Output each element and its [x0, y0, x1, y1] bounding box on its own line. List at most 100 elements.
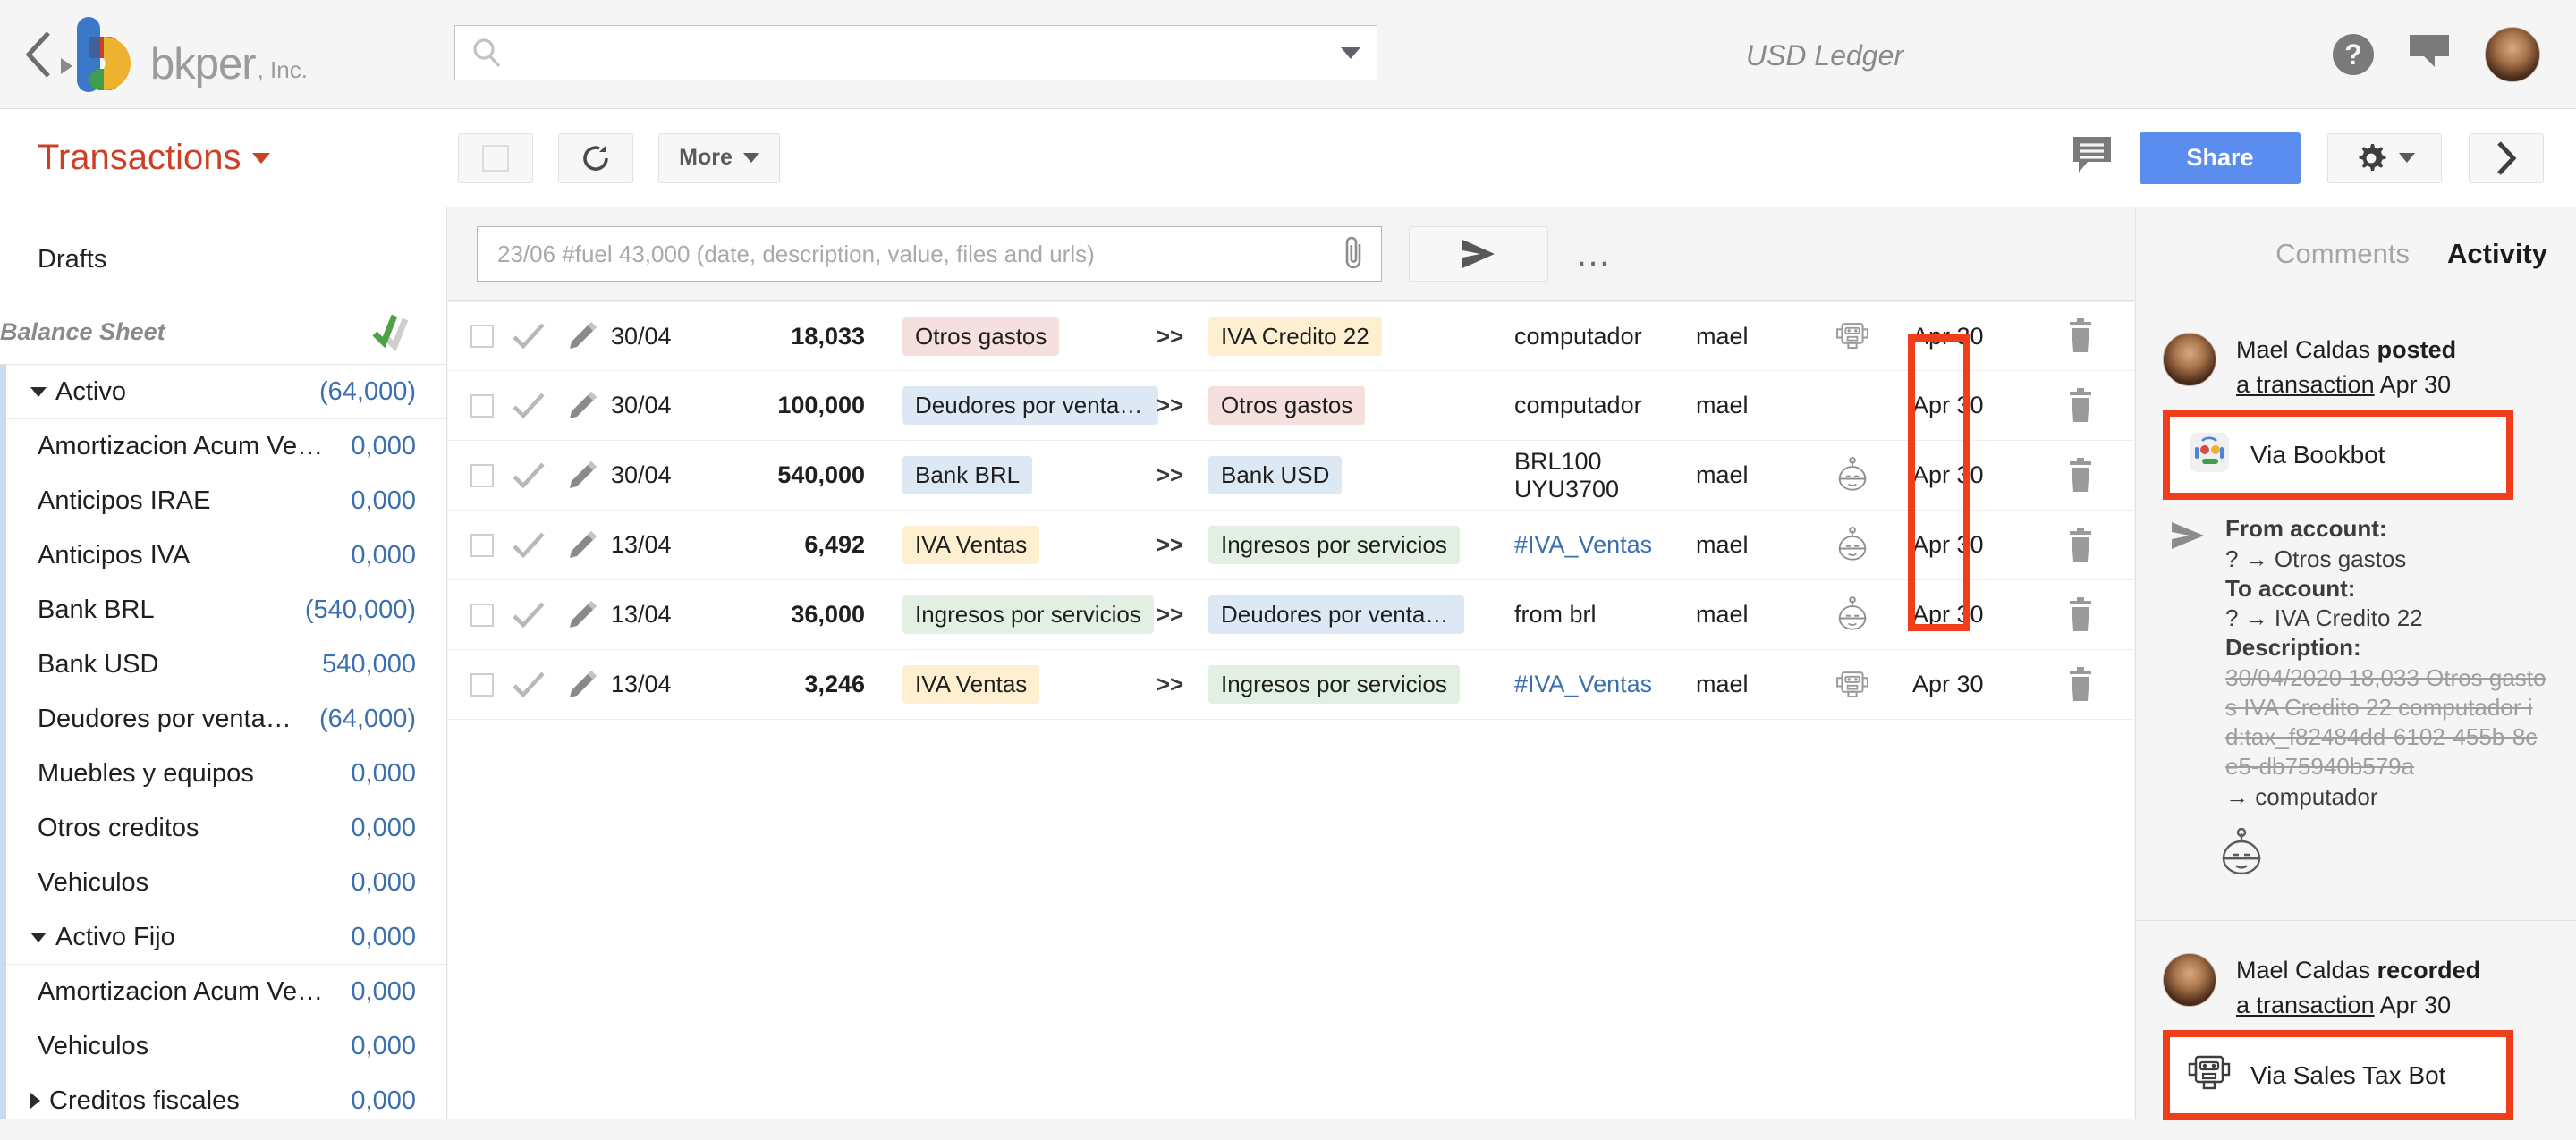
account-row[interactable]: Creditos fiscales0,000: [0, 1074, 446, 1119]
row-confirm-button[interactable]: [504, 460, 554, 491]
account-row[interactable]: Activo Fijo0,000: [0, 910, 446, 965]
via-bookbot-badge[interactable]: Via Bookbot: [2163, 410, 2513, 500]
account-row[interactable]: Deudores por ventas …(64,000): [0, 692, 446, 747]
row-edit-button[interactable]: [554, 319, 611, 353]
row-confirm-button[interactable]: [504, 670, 554, 700]
to-account-chip[interactable]: Deudores por ventas...: [1208, 595, 1464, 634]
row-confirm-button[interactable]: [504, 321, 554, 351]
account-row[interactable]: Vehiculos0,000: [0, 1019, 446, 1074]
from-account-chip[interactable]: IVA Ventas: [902, 665, 1039, 704]
row-edit-button[interactable]: [554, 598, 611, 632]
from-account-chip[interactable]: Ingresos por servicios: [902, 595, 1154, 634]
settings-button[interactable]: [2327, 133, 2442, 183]
right-panel-tabs: Comments Activity: [2136, 207, 2576, 300]
pencil-icon: [565, 389, 599, 423]
scroll-indicator[interactable]: [0, 365, 6, 1119]
caret-right-icon[interactable]: [30, 1093, 40, 1109]
table-row[interactable]: 13/0436,000Ingresos por servicios>>Deudo…: [448, 580, 2134, 650]
row-delete-button[interactable]: [2027, 667, 2134, 703]
row-edit-button[interactable]: [554, 389, 611, 423]
avatar[interactable]: [2485, 27, 2540, 82]
row-checkbox[interactable]: [470, 673, 494, 697]
chat-bubble-icon[interactable]: [2408, 33, 2451, 77]
note-icon[interactable]: [2072, 135, 2113, 181]
row-delete-button[interactable]: [2027, 458, 2134, 494]
to-account-chip[interactable]: Otros gastos: [1208, 386, 1365, 425]
row-checkbox[interactable]: [470, 604, 494, 627]
row-confirm-button[interactable]: [504, 391, 554, 421]
to-account-chip[interactable]: Ingresos por servicios: [1208, 526, 1460, 564]
caret-down-icon[interactable]: [30, 933, 47, 942]
row-confirm-button[interactable]: [504, 530, 554, 561]
from-account-chip[interactable]: Deudores por ventas...: [902, 386, 1158, 425]
row-confirm-button[interactable]: [504, 600, 554, 630]
from-account-chip[interactable]: Bank BRL: [902, 456, 1032, 494]
row-edit-button[interactable]: [554, 528, 611, 562]
to-account-chip[interactable]: IVA Credito 22: [1208, 317, 1382, 356]
page-title-menu[interactable]: Transactions: [38, 138, 270, 178]
activity-object-link[interactable]: a transaction: [2236, 371, 2375, 398]
activity-object-link[interactable]: a transaction: [2236, 992, 2375, 1018]
account-row[interactable]: Bank BRL(540,000): [0, 583, 446, 638]
help-icon[interactable]: ?: [2333, 34, 2374, 75]
table-row[interactable]: 13/043,246IVA Ventas>>Ingresos por servi…: [448, 650, 2134, 720]
account-row[interactable]: Otros creditos0,000: [0, 801, 446, 856]
share-button[interactable]: Share: [2140, 132, 2301, 184]
row-delete-button[interactable]: [2027, 528, 2134, 563]
table-row[interactable]: 30/04540,000Bank BRL>>Bank USDBRL100 UYU…: [448, 441, 2134, 511]
table-row[interactable]: 30/04100,000Deudores por ventas...>>Otro…: [448, 371, 2134, 441]
row-checkbox[interactable]: [470, 534, 494, 557]
next-button[interactable]: [2469, 133, 2544, 183]
account-row[interactable]: Amortizacion Acum Vehic…0,000: [0, 965, 446, 1019]
search-input[interactable]: [513, 39, 1341, 67]
back-button[interactable]: [13, 28, 66, 81]
account-row[interactable]: Bank USD540,000: [0, 638, 446, 692]
sidebar-item-drafts[interactable]: Drafts: [0, 207, 446, 312]
send-button[interactable]: [1409, 226, 1548, 282]
account-row[interactable]: Muebles y equipos0,000: [0, 747, 446, 801]
direction-arrow: >>: [1140, 531, 1199, 559]
transaction-compose[interactable]: [477, 226, 1382, 282]
transaction-description[interactable]: #IVA_Ventas: [1468, 671, 1696, 698]
table-row[interactable]: 30/0418,033Otros gastos>>IVA Credito 22c…: [448, 301, 2134, 371]
avatar[interactable]: [2163, 953, 2216, 1007]
paperclip-icon[interactable]: [1340, 233, 1367, 275]
to-account-chip[interactable]: Ingresos por servicios: [1208, 665, 1460, 704]
row-delete-button[interactable]: [2027, 318, 2134, 354]
table-row[interactable]: 13/046,492IVA Ventas>>Ingresos por servi…: [448, 511, 2134, 580]
brand-logo[interactable]: bkper , Inc.: [77, 17, 308, 92]
row-delete-button[interactable]: [2027, 597, 2134, 633]
avatar[interactable]: [2163, 333, 2216, 386]
row-checkbox[interactable]: [470, 464, 494, 487]
from-account-chip[interactable]: Otros gastos: [902, 317, 1059, 356]
caret-down-icon[interactable]: [30, 387, 47, 397]
row-edit-button[interactable]: [554, 668, 611, 702]
select-all-button[interactable]: [458, 133, 533, 183]
chevron-down-icon[interactable]: [1341, 47, 1360, 59]
transaction-description[interactable]: #IVA_Ventas: [1468, 531, 1696, 559]
account-row[interactable]: Amortizacion Acum Vehic…0,000: [0, 419, 446, 474]
refresh-button[interactable]: [558, 133, 633, 183]
account-row[interactable]: Vehiculos0,000: [0, 856, 446, 910]
account-balance: 0,000: [335, 868, 416, 898]
more-button[interactable]: More: [658, 133, 780, 183]
transaction-description: computador: [1468, 392, 1696, 419]
via-sales-tax-bot-badge[interactable]: Via Sales Tax Bot: [2163, 1030, 2513, 1120]
row-edit-button[interactable]: [554, 459, 611, 493]
row-checkbox[interactable]: [470, 325, 494, 348]
send-icon: [1459, 237, 1498, 271]
from-account-cell: Bank BRL: [872, 456, 1140, 494]
row-checkbox[interactable]: [470, 394, 494, 418]
account-row[interactable]: Activo(64,000): [0, 365, 446, 419]
transaction-input[interactable]: [497, 241, 1340, 268]
account-row[interactable]: Anticipos IRAE0,000: [0, 474, 446, 528]
tab-activity[interactable]: Activity: [2447, 238, 2547, 270]
to-account-chip[interactable]: Bank USD: [1208, 456, 1342, 494]
transaction-user: mael: [1696, 601, 1803, 629]
compose-overflow-button[interactable]: …: [1575, 247, 1614, 261]
account-row[interactable]: Anticipos IVA0,000: [0, 528, 446, 583]
tab-comments[interactable]: Comments: [2275, 238, 2410, 270]
row-delete-button[interactable]: [2027, 388, 2134, 424]
global-search[interactable]: [454, 25, 1377, 80]
from-account-chip[interactable]: IVA Ventas: [902, 526, 1039, 564]
